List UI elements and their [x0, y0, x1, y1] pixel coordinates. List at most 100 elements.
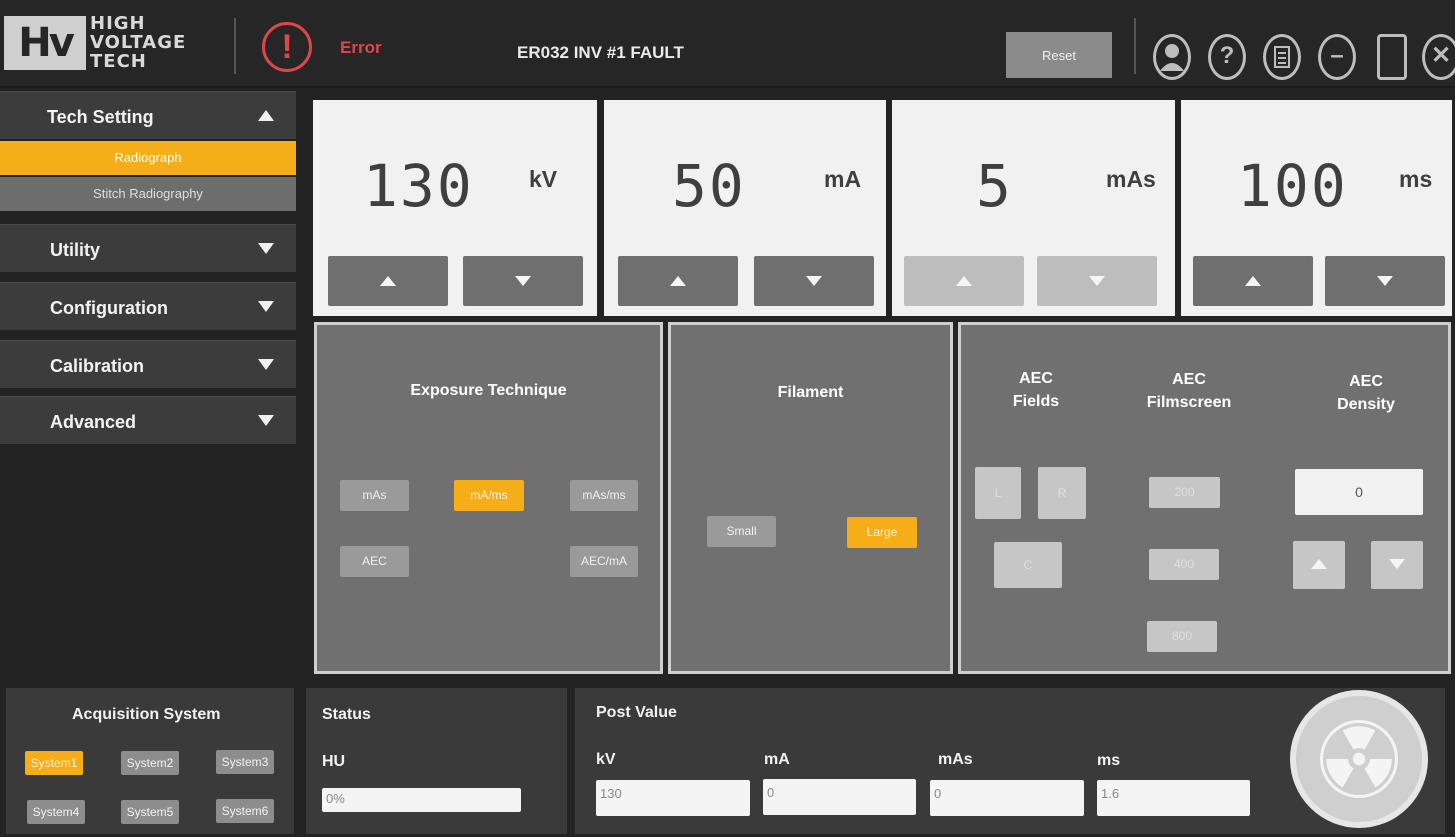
- logo-line-3: TECH: [90, 51, 147, 72]
- post-ms-label: ms: [1097, 752, 1121, 769]
- post-kv-label: kV: [596, 751, 616, 768]
- close-icon[interactable]: ✕: [1422, 34, 1455, 80]
- post-kv-field: 130: [596, 780, 750, 816]
- menu-label: Configuration: [50, 298, 168, 318]
- exposure-technique-panel: Exposure Technique mAs mA/ms mAs/ms AEC …: [314, 322, 663, 674]
- arrow-down-icon: [1377, 276, 1393, 286]
- kv-increase-button[interactable]: [328, 256, 448, 306]
- arrow-up-icon: [380, 276, 396, 286]
- reset-button[interactable]: Reset: [1006, 32, 1112, 78]
- chevron-down-icon: [258, 359, 274, 370]
- system5-button[interactable]: System5: [121, 800, 179, 824]
- chevron-down-icon: [258, 415, 274, 426]
- error-message: ER032 INV #1 FAULT: [517, 43, 684, 62]
- chevron-down-icon: [258, 243, 274, 254]
- aec-density-decrease-button[interactable]: [1371, 541, 1423, 589]
- hu-field: 0%: [322, 788, 521, 812]
- system2-button[interactable]: System2: [121, 751, 179, 775]
- ma-increase-button[interactable]: [618, 256, 738, 306]
- aec-filmscreen-title: AEC Filmscreen: [1129, 368, 1249, 414]
- exposure-option-ma-ms[interactable]: mA/ms: [454, 480, 524, 511]
- system4-button[interactable]: System4: [27, 800, 85, 824]
- arrow-down-icon: [515, 276, 531, 286]
- menu-label: Tech Setting: [47, 107, 154, 127]
- exposure-option-aec[interactable]: AEC: [340, 546, 409, 577]
- help-icon[interactable]: ?: [1208, 34, 1246, 80]
- company-logo: Hv HIGH VOLTAGE TECH: [4, 12, 226, 72]
- aec-density-value: 0: [1295, 469, 1423, 515]
- mas-decrease-button[interactable]: [1037, 256, 1157, 306]
- mas-card: 5 mAs: [892, 100, 1175, 316]
- exposure-option-mas-ms[interactable]: mAs/ms: [570, 480, 638, 511]
- menu-tech-setting[interactable]: Tech Setting: [0, 91, 296, 139]
- filament-option-large[interactable]: Large: [847, 517, 917, 548]
- aec-panel: AEC Fields AEC Filmscreen AEC Density L …: [958, 322, 1451, 674]
- radiation-icon: [1320, 720, 1398, 798]
- arrow-up-icon: [1311, 559, 1327, 569]
- post-ma-label: mA: [764, 751, 790, 768]
- arrow-up-icon: [1245, 276, 1261, 286]
- menu-utility[interactable]: Utility: [0, 224, 296, 272]
- maximize-icon[interactable]: [1377, 34, 1407, 80]
- ms-value: 100: [1237, 152, 1348, 220]
- post-ms-field: 1.6: [1097, 780, 1250, 816]
- menu-configuration[interactable]: Configuration: [0, 282, 296, 330]
- system1-button[interactable]: System1: [25, 751, 83, 775]
- mas-value: 5: [976, 152, 1013, 220]
- aec-filmscreen-title-line2: Filmscreen: [1146, 394, 1232, 411]
- mas-increase-button[interactable]: [904, 256, 1024, 306]
- kv-value: 130: [363, 152, 474, 220]
- aec-density-increase-button[interactable]: [1293, 541, 1345, 589]
- ms-increase-button[interactable]: [1193, 256, 1313, 306]
- kv-decrease-button[interactable]: [463, 256, 583, 306]
- system3-button[interactable]: System3: [216, 750, 274, 774]
- status-panel: Status HU 0%: [306, 688, 567, 834]
- menu-advanced[interactable]: Advanced: [0, 396, 296, 444]
- aec-field-center[interactable]: C: [994, 542, 1062, 588]
- sidebar-item-radiograph[interactable]: Radiograph: [0, 141, 296, 175]
- ms-decrease-button[interactable]: [1325, 256, 1445, 306]
- user-icon[interactable]: [1153, 34, 1191, 80]
- aec-field-right[interactable]: R: [1038, 467, 1086, 519]
- aec-filmscreen-200[interactable]: 200: [1149, 477, 1220, 508]
- logo-text: HIGH VOLTAGE TECH: [90, 14, 186, 71]
- system6-button[interactable]: System6: [216, 799, 274, 823]
- arrow-down-icon: [1389, 559, 1405, 569]
- logo-mark: Hv: [4, 16, 86, 70]
- header-bar: Hv HIGH VOLTAGE TECH ! Error ER032 INV #…: [0, 0, 1455, 88]
- aec-filmscreen-400[interactable]: 400: [1149, 549, 1219, 580]
- aec-density-title-line1: AEC: [1349, 373, 1383, 390]
- document-icon[interactable]: [1263, 34, 1301, 80]
- sidebar-item-stitch-radiography[interactable]: Stitch Radiography: [0, 177, 296, 211]
- arrow-down-icon: [1089, 276, 1105, 286]
- mas-unit: mAs: [1106, 166, 1156, 192]
- aec-field-left[interactable]: L: [975, 467, 1021, 519]
- hu-label: HU: [322, 753, 346, 770]
- error-label: Error: [340, 38, 382, 57]
- kv-card: 130 kV: [313, 100, 597, 316]
- header-divider: [234, 18, 236, 74]
- expose-button[interactable]: [1290, 690, 1428, 828]
- logo-line-1: HIGH: [90, 13, 146, 34]
- minimize-icon[interactable]: –: [1318, 34, 1356, 80]
- exposure-technique-title: Exposure Technique: [410, 382, 567, 399]
- aec-density-title: AEC Density: [1311, 370, 1421, 416]
- filament-option-small[interactable]: Small: [707, 516, 776, 547]
- exposure-option-aec-ma[interactable]: AEC/mA: [570, 546, 638, 577]
- aec-filmscreen-800[interactable]: 800: [1147, 621, 1217, 652]
- filament-panel: Filament Small Large: [668, 322, 953, 674]
- post-ma-field: 0: [763, 779, 916, 815]
- header-divider: [1134, 18, 1136, 74]
- ma-card: 50 mA: [604, 100, 886, 316]
- menu-label: Calibration: [50, 356, 145, 376]
- exposure-option-mas[interactable]: mAs: [340, 480, 409, 511]
- post-mas-label: mAs: [938, 751, 973, 768]
- aec-fields-title-line2: Fields: [1012, 393, 1060, 410]
- ma-decrease-button[interactable]: [754, 256, 874, 306]
- filament-title: Filament: [777, 384, 844, 401]
- logo-line-2: VOLTAGE: [90, 32, 187, 53]
- menu-label: Utility: [50, 240, 101, 260]
- chevron-up-icon: [258, 110, 274, 121]
- menu-calibration[interactable]: Calibration: [0, 340, 296, 388]
- menu-label: Advanced: [50, 412, 137, 432]
